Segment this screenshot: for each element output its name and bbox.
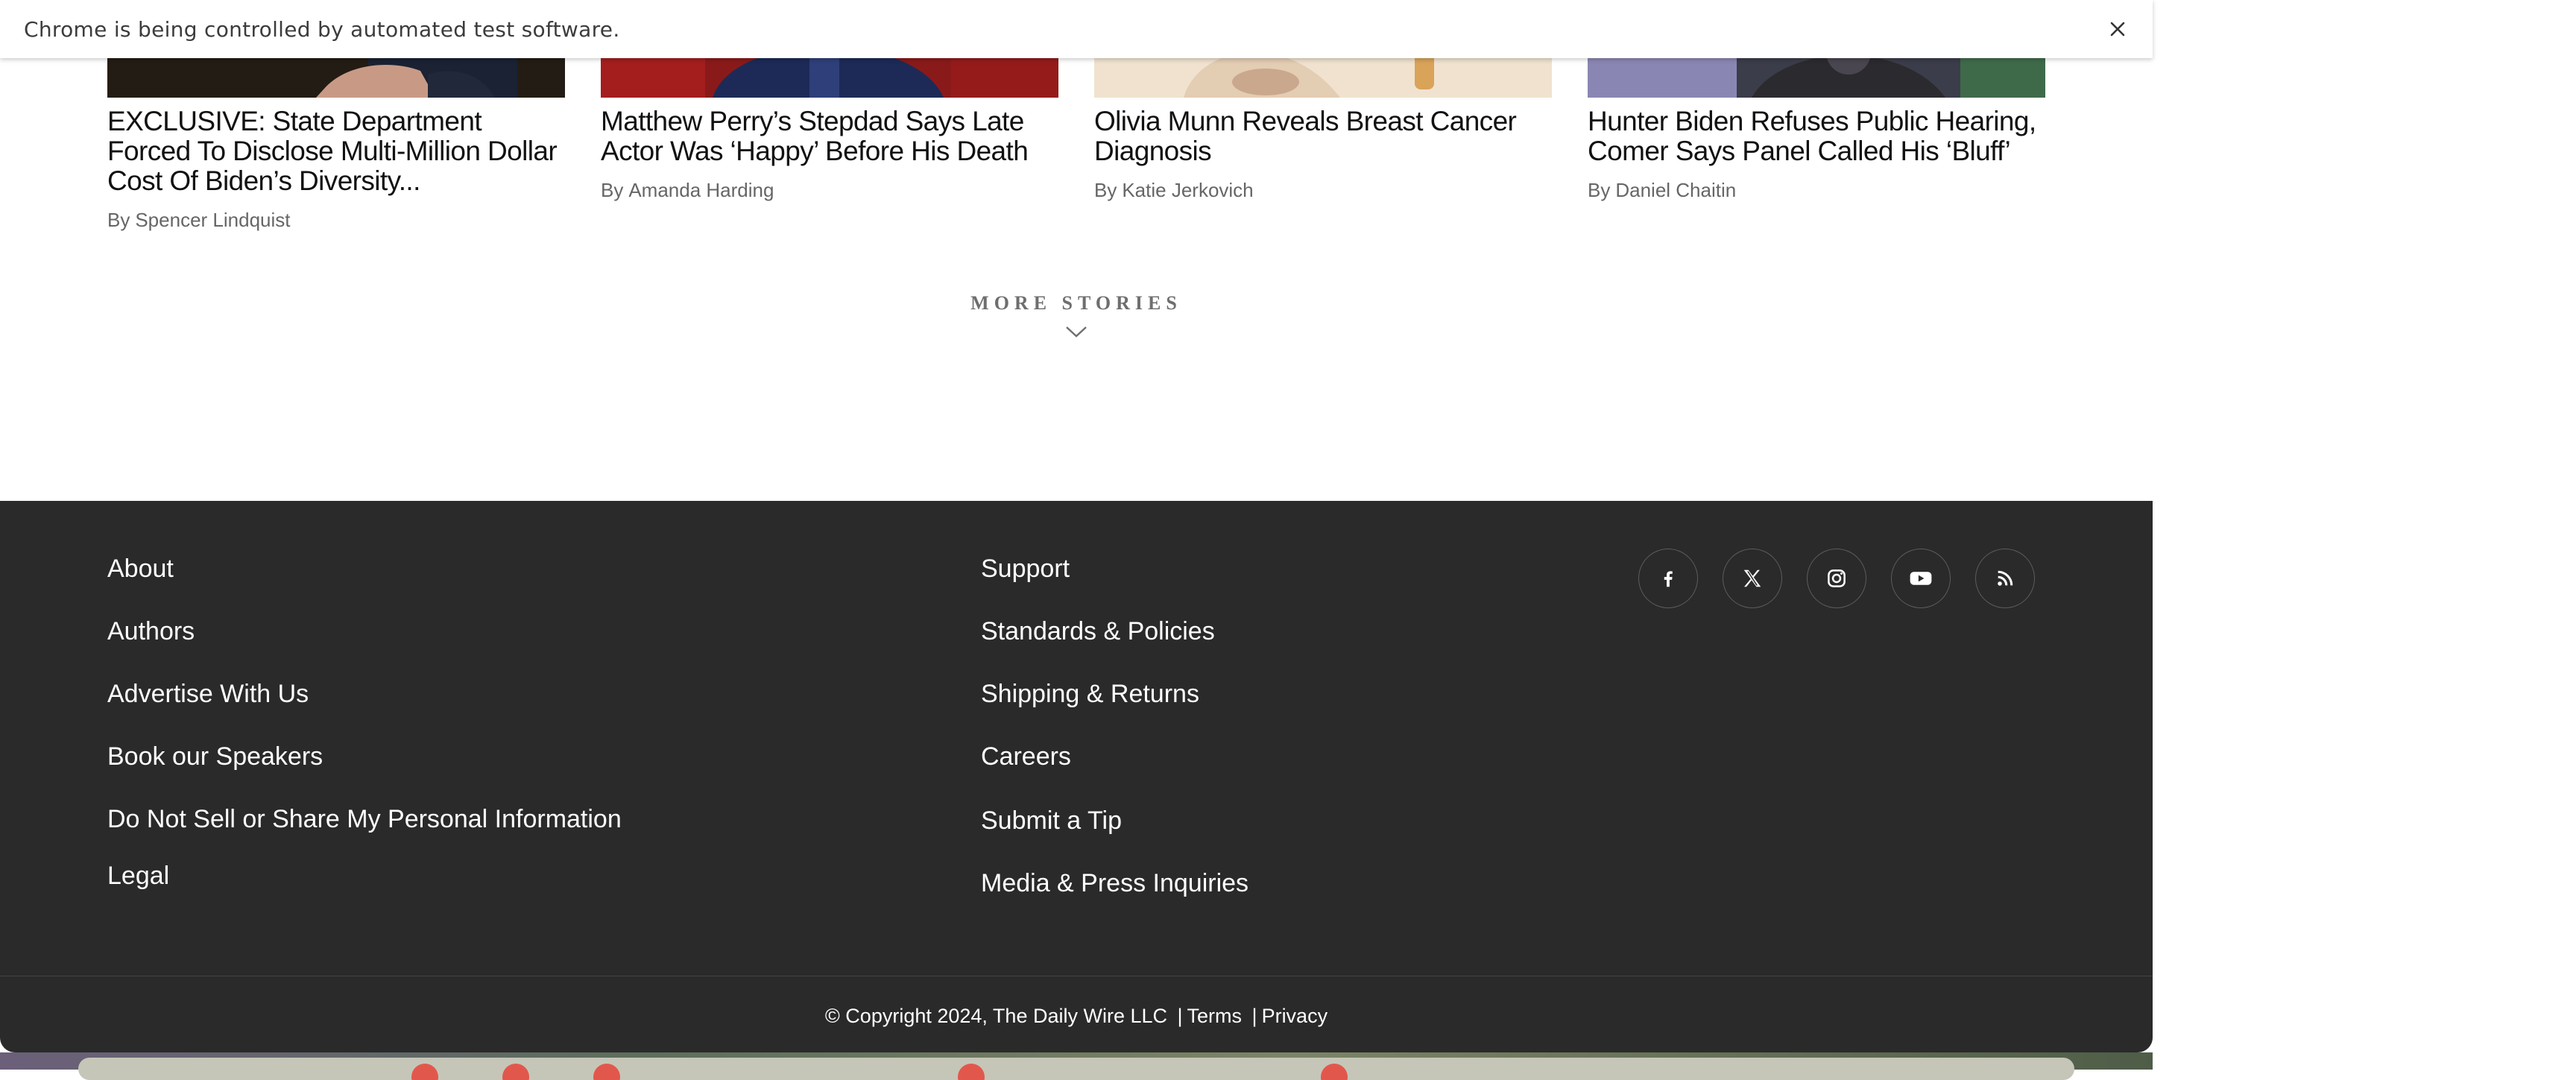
overlay-dot [958,1064,985,1080]
separator: | [1177,1005,1183,1027]
article-byline: By Amanda Harding [601,179,774,202]
copyright-line: © Copyright 2024, The Daily Wire LLC | Te… [0,1005,2153,1028]
x-button[interactable] [1723,549,1782,608]
overlay-dot [593,1064,620,1080]
footer-link-authors[interactable]: Authors [107,617,195,646]
article-byline: By Daniel Chaitin [1588,179,1736,202]
article-headline[interactable]: Matthew Perry’s Stepdad Says Late Actor … [601,107,1058,166]
close-icon [2110,22,2125,37]
overlay-dot [411,1064,438,1080]
footer-link-shipping[interactable]: Shipping & Returns [981,680,1199,709]
author-link[interactable]: Spencer Lindquist [135,209,290,231]
privacy-link[interactable]: Privacy [1262,1005,1328,1027]
terms-link[interactable]: Terms [1187,1005,1243,1027]
chevron-down-icon [1066,326,1087,338]
author-link[interactable]: Amanda Harding [628,179,774,201]
automation-infobar: Chrome is being controlled by automated … [0,0,2153,58]
more-stories-button[interactable]: MORE STORIES [924,292,1228,338]
automation-message: Chrome is being controlled by automated … [24,16,620,42]
site-footer: About Authors Advertise With Us Book our… [0,501,2153,1052]
article-headline[interactable]: EXCLUSIVE: State Department Forced To Di… [107,107,565,196]
footer-link-legal[interactable]: Legal [107,862,169,891]
facebook-icon [1664,571,1673,587]
byline-prefix: By [107,209,130,231]
x-icon [1743,569,1761,587]
more-stories-label: MORE STORIES [970,292,1182,314]
author-link[interactable]: Katie Jerkovich [1122,179,1253,201]
byline-prefix: By [601,179,624,201]
footer-link-about[interactable]: About [107,555,174,584]
article-headline[interactable]: Olivia Munn Reveals Breast Cancer Diagno… [1094,107,1552,166]
footer-link-media-inquiries[interactable]: Media & Press Inquiries [981,869,1248,898]
youtube-icon [1910,572,1932,585]
footer-link-careers[interactable]: Careers [981,742,1071,771]
rss-button[interactable] [1975,549,2035,608]
close-infobar-button[interactable] [2102,13,2133,45]
bottom-overlay-bar [78,1058,2074,1080]
overlay-dot [502,1064,529,1080]
byline-prefix: By [1588,179,1611,201]
article-headline[interactable]: Hunter Biden Refuses Public Hearing, Com… [1588,107,2045,166]
article-byline: By Katie Jerkovich [1094,179,1254,202]
facebook-button[interactable] [1638,549,1698,608]
instagram-button[interactable] [1807,549,1866,608]
footer-link-do-not-sell[interactable]: Do Not Sell or Share My Personal Informa… [107,805,622,834]
youtube-button[interactable] [1891,549,1951,608]
copyright-text: © Copyright 2024, The Daily Wire LLC [824,1005,1167,1027]
author-link[interactable]: Daniel Chaitin [1615,179,1736,201]
separator: | [1251,1005,1257,1027]
footer-link-standards[interactable]: Standards & Policies [981,617,1215,646]
instagram-icon [1828,569,1846,587]
byline-prefix: By [1094,179,1117,201]
rss-icon [1998,570,2013,586]
footer-link-advertise[interactable]: Advertise With Us [107,680,309,709]
footer-link-support[interactable]: Support [981,555,1070,584]
footer-link-submit-tip[interactable]: Submit a Tip [981,806,1122,836]
footer-link-speakers[interactable]: Book our Speakers [107,742,323,771]
overlay-dot [1321,1064,1348,1080]
article-byline: By Spencer Lindquist [107,209,290,232]
